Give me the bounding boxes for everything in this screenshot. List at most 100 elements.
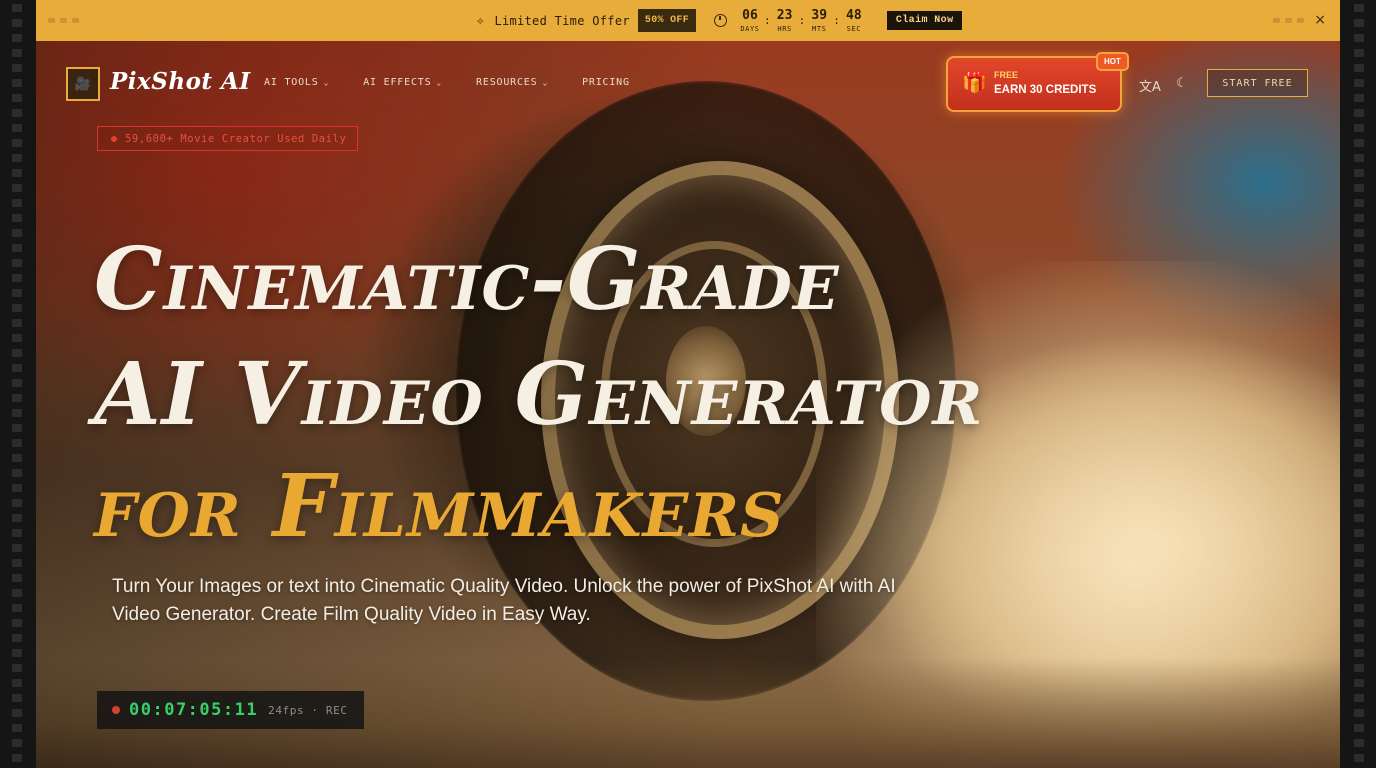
film-perforation: [12, 349, 22, 357]
decor-dots-left: [48, 18, 79, 23]
film-perforation: [1354, 124, 1364, 132]
film-perforation: [12, 214, 22, 222]
close-icon[interactable]: ×: [1314, 12, 1326, 28]
film-perforation: [1354, 469, 1364, 477]
film-perforation: [1354, 4, 1364, 12]
film-perforation: [12, 304, 22, 312]
claim-now-button[interactable]: Claim Now: [886, 11, 963, 30]
moon-icon[interactable]: ☾: [1176, 76, 1188, 91]
film-perforation: [1354, 604, 1364, 612]
offer-label: Limited Time Offer: [494, 13, 630, 28]
film-perforation: [1354, 559, 1364, 567]
film-perforation: [12, 469, 22, 477]
film-perforation: [12, 664, 22, 672]
film-perforation: [12, 439, 22, 447]
film-perforation: [12, 709, 22, 717]
film-perforation: [1354, 334, 1364, 342]
film-perforation: [1354, 214, 1364, 222]
hero-section: 🎥 PixShot AI AI TOOLS ⌄ AI EFFECTS ⌄ RESOU…: [36, 41, 1340, 768]
film-perforation: [1354, 409, 1364, 417]
film-perforation: [1354, 754, 1364, 762]
gift-icon: 🎁: [962, 70, 987, 94]
film-perforation: [1354, 499, 1364, 507]
decor-dots-right: [1273, 18, 1304, 23]
film-perforation: [12, 124, 22, 132]
film-perforation: [12, 574, 22, 582]
film-perforation: [12, 319, 22, 327]
film-strip-right: [1340, 0, 1376, 768]
film-perforation: [1354, 64, 1364, 72]
film-perforation: [12, 679, 22, 687]
nav-resources[interactable]: RESOURCES ⌄: [476, 77, 548, 88]
film-perforation: [1354, 289, 1364, 297]
film-perforation: [1354, 664, 1364, 672]
film-strip-left: [0, 0, 36, 768]
film-perforation: [12, 289, 22, 297]
film-perforation: [1354, 79, 1364, 87]
film-perforation: [1354, 724, 1364, 732]
timecode-value: 00:07:05:11: [129, 700, 259, 720]
film-perforation: [1354, 514, 1364, 522]
main-nav: AI TOOLS ⌄ AI EFFECTS ⌄ RESOURCES ⌄ PRICING: [264, 77, 664, 88]
film-perforation: [1354, 649, 1364, 657]
start-free-button[interactable]: START FREE: [1207, 69, 1308, 97]
chevron-down-icon: ⌄: [436, 78, 443, 87]
film-perforation: [1354, 49, 1364, 57]
film-perforation: [12, 514, 22, 522]
film-perforation: [12, 154, 22, 162]
film-perforation: [12, 139, 22, 147]
film-perforation: [1354, 379, 1364, 387]
film-perforation: [12, 544, 22, 552]
film-perforation: [12, 199, 22, 207]
film-perforation: [1354, 424, 1364, 432]
nav-ai-tools[interactable]: AI TOOLS ⌄: [264, 77, 329, 88]
discount-badge: 50% OFF: [637, 9, 696, 32]
chevron-down-icon: ⌄: [542, 78, 549, 87]
film-perforation: [1354, 169, 1364, 177]
film-perforation: [12, 529, 22, 537]
live-dot-icon: [111, 135, 117, 142]
promo-bar: ✧ Limited Time Offer 50% OFF 06 DAYS : 23…: [36, 0, 1340, 41]
film-perforation: [12, 589, 22, 597]
nav-pricing[interactable]: PRICING: [582, 77, 630, 88]
countdown-days: 06 DAYS: [740, 7, 760, 33]
film-perforation: [12, 694, 22, 702]
film-perforation: [1354, 304, 1364, 312]
film-perforation: [12, 109, 22, 117]
film-perforation: [12, 169, 22, 177]
nav-ai-effects[interactable]: AI EFFECTS ⌄: [363, 77, 442, 88]
film-perforation: [12, 559, 22, 567]
sparkle-icon: ✧: [476, 12, 485, 29]
film-perforation: [1354, 199, 1364, 207]
clock-icon: [714, 14, 727, 27]
film-perforation: [1354, 574, 1364, 582]
film-perforation: [12, 34, 22, 42]
film-perforation: [1354, 319, 1364, 327]
hero-title-line-3: for Filmmakers: [94, 456, 785, 557]
film-perforation: [1354, 394, 1364, 402]
film-perforation: [12, 19, 22, 27]
film-perforation: [12, 409, 22, 417]
logo-icon[interactable]: 🎥: [66, 67, 100, 101]
film-perforation: [12, 79, 22, 87]
brand-name[interactable]: PixShot AI: [110, 68, 251, 95]
hot-badge: HOT: [1096, 52, 1129, 71]
film-perforation: [1354, 244, 1364, 252]
film-perforation: [1354, 484, 1364, 492]
chevron-down-icon: ⌄: [323, 78, 330, 87]
film-perforation: [1354, 529, 1364, 537]
credits-free-label: FREE: [994, 70, 1019, 80]
timecode-info: 24fps · REC: [268, 703, 348, 717]
film-perforation: [12, 334, 22, 342]
users-badge: 59,600+ Movie Creator Used Daily: [97, 126, 358, 151]
translate-icon[interactable]: 文A: [1139, 76, 1161, 95]
film-perforation: [12, 244, 22, 252]
film-perforation: [12, 649, 22, 657]
film-perforation: [12, 604, 22, 612]
film-perforation: [12, 94, 22, 102]
record-dot-icon: [112, 706, 120, 714]
film-perforation: [12, 49, 22, 57]
film-perforation: [12, 754, 22, 762]
film-perforation: [12, 499, 22, 507]
film-perforation: [1354, 274, 1364, 282]
